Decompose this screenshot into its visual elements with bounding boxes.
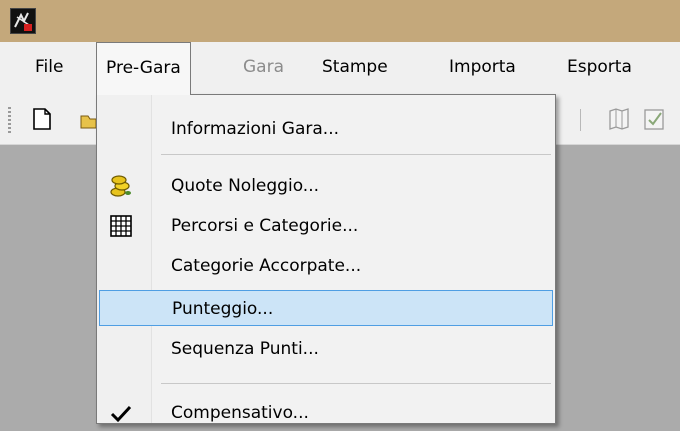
title-bar: [0, 0, 680, 42]
grid-table-icon: [109, 214, 133, 238]
menu-item-label: Categorie Accorpate...: [171, 256, 362, 276]
menu-item-label: Punteggio...: [172, 299, 274, 319]
menu-informazioni-gara[interactable]: Informazioni Gara...: [97, 111, 555, 147]
app-icon[interactable]: [10, 8, 36, 34]
menu-item-label: Informazioni Gara...: [171, 119, 339, 139]
menu-item-label: Compensativo...: [171, 403, 309, 423]
menu-importa[interactable]: Importa: [440, 42, 525, 95]
menu-esporta[interactable]: Esporta: [558, 42, 641, 95]
pre-gara-dropdown: Informazioni Gara... Quote Noleggio... P…: [96, 94, 556, 424]
menu-punteggio[interactable]: Punteggio...: [99, 290, 553, 326]
menu-separator: [161, 154, 551, 155]
menu-bar: File Pre-Gara Gara Stampe Importa Esport…: [0, 42, 680, 95]
menu-percorsi-categorie[interactable]: Percorsi e Categorie...: [97, 208, 555, 244]
menu-quote-noleggio[interactable]: Quote Noleggio...: [97, 168, 555, 204]
menu-item-label: Sequenza Punti...: [171, 339, 319, 359]
menu-separator: [161, 383, 551, 384]
menu-item-label: Quote Noleggio...: [171, 176, 320, 196]
toolbar-grip[interactable]: [8, 107, 11, 133]
menu-item-label: Percorsi e Categorie...: [171, 216, 359, 236]
menu-gara[interactable]: Gara: [234, 42, 293, 95]
menu-sequenza-punti[interactable]: Sequenza Punti...: [97, 331, 555, 367]
checkmark-icon: [109, 401, 133, 425]
checklist-icon[interactable]: [642, 106, 666, 132]
menu-stampe[interactable]: Stampe: [313, 42, 397, 95]
menu-compensativo[interactable]: Compensativo...: [97, 395, 555, 431]
toolbar-separator: [580, 109, 581, 131]
menu-file[interactable]: File: [26, 42, 72, 95]
map-icon[interactable]: [607, 106, 631, 132]
coins-icon: [109, 174, 133, 198]
new-document-icon[interactable]: [30, 106, 54, 132]
menu-pre-gara[interactable]: Pre-Gara: [96, 42, 191, 95]
menu-categorie-accorpate[interactable]: Categorie Accorpate...: [97, 248, 555, 284]
